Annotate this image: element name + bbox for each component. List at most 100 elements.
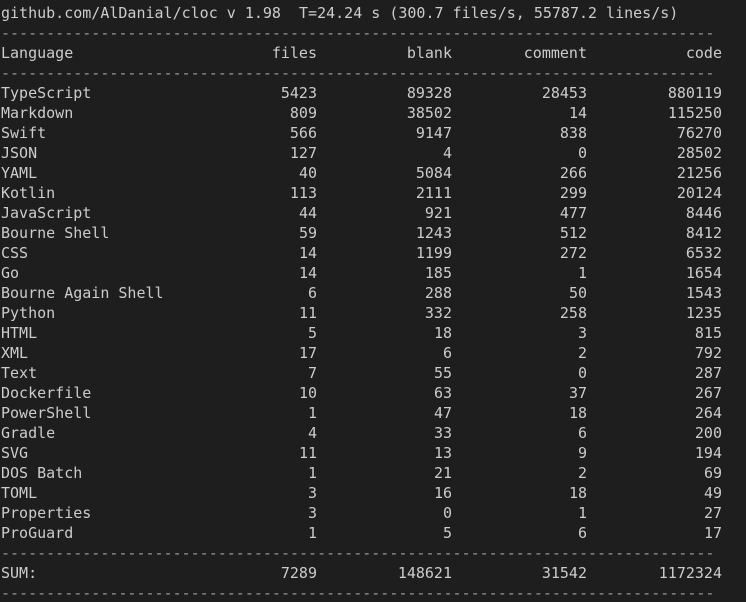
cell-blank: 921	[424, 204, 452, 222]
cell-language: CSS	[1, 244, 29, 262]
cell-code: 1235	[685, 304, 722, 322]
cloc-header: github.com/AlDanial/cloc v 1.98 T=24.24 …	[1, 4, 679, 22]
cell-code: 27	[703, 504, 722, 522]
cell-language: PowerShell	[1, 404, 92, 422]
table-row: SVG 11 13 9 194	[0, 443, 723, 463]
column-header-row: Language files blank comment code	[0, 43, 723, 63]
cell-code: 8412	[685, 224, 722, 242]
separator-header: ----------------------------------------…	[1, 64, 715, 82]
cell-code: 115250	[667, 104, 722, 122]
cell-language: Properties	[1, 504, 92, 522]
cell-files: 6	[307, 284, 317, 302]
cell-language: SVG	[1, 444, 29, 462]
cell-files: 1	[307, 524, 317, 542]
cell-language: Bourne Again Shell	[1, 284, 164, 302]
cell-code: 267	[694, 384, 722, 402]
sum-code: 1172324	[658, 564, 722, 582]
table-row: Text 7 55 0 287	[0, 363, 723, 383]
sum-row: SUM: 7289 148621 31542 1172324	[0, 563, 723, 583]
table-row: Properties 3 0 1 27	[0, 503, 723, 523]
cell-blank: 33	[433, 424, 452, 442]
table-row: Python 11 332 258 1235	[0, 303, 723, 323]
cell-comment: 14	[568, 104, 587, 122]
cell-blank: 5084	[415, 164, 452, 182]
cell-blank: 16	[433, 484, 452, 502]
cell-blank: 1199	[415, 244, 452, 262]
cell-language: Swift	[1, 124, 47, 142]
table-row: XML 17 6 2 792	[0, 343, 723, 363]
cell-comment: 0	[577, 144, 587, 162]
cell-blank: 185	[424, 264, 452, 282]
cell-files: 17	[298, 344, 317, 362]
cell-files: 59	[298, 224, 317, 242]
column-files: files	[271, 44, 317, 62]
cell-files: 127	[289, 144, 317, 162]
sum-comment: 31542	[541, 564, 587, 582]
cell-blank: 89328	[406, 84, 452, 102]
cell-files: 7	[307, 364, 317, 382]
sum-files: 7289	[280, 564, 317, 582]
cell-comment: 18	[568, 404, 587, 422]
language-table-body: TypeScript 5423 89328 28453 880119 Markdown 80…	[0, 83, 746, 543]
cell-code: 69	[703, 464, 722, 482]
cell-comment: 37	[568, 384, 587, 402]
cell-code: 21256	[676, 164, 722, 182]
separator-bottom: ----------------------------------------…	[1, 584, 715, 602]
table-row: Gradle 4 33 6 200	[0, 423, 723, 443]
table-row: DOS Batch 1 21 2 69	[0, 463, 723, 483]
cell-language: Gradle	[1, 424, 56, 442]
table-row: Bourne Again Shell 6 288 50 1543	[0, 283, 723, 303]
cell-code: 815	[694, 324, 722, 342]
cell-files: 11	[298, 444, 317, 462]
cell-blank: 288	[424, 284, 452, 302]
cell-code: 287	[694, 364, 722, 382]
cell-comment: 28453	[541, 84, 587, 102]
cell-language: ProGuard	[1, 524, 74, 542]
cell-code: 17	[703, 524, 722, 542]
cell-comment: 18	[568, 484, 587, 502]
cell-blank: 332	[424, 304, 452, 322]
cell-comment: 6	[577, 524, 587, 542]
cell-comment: 50	[568, 284, 587, 302]
cell-comment: 9	[577, 444, 587, 462]
cell-files: 809	[289, 104, 317, 122]
cell-comment: 3	[577, 324, 587, 342]
table-row: TOML 3 16 18 49	[0, 483, 723, 503]
cell-files: 14	[298, 244, 317, 262]
cell-comment: 299	[559, 184, 587, 202]
cell-code: 28502	[676, 144, 722, 162]
table-row: TypeScript 5423 89328 28453 880119	[0, 83, 723, 103]
cell-comment: 0	[577, 364, 587, 382]
cell-files: 14	[298, 264, 317, 282]
cell-blank: 13	[433, 444, 452, 462]
cell-code: 194	[694, 444, 722, 462]
cell-blank: 1243	[415, 224, 452, 242]
table-row: CSS 14 1199 272 6532	[0, 243, 723, 263]
cell-language: Text	[1, 364, 38, 382]
cell-blank: 47	[433, 404, 452, 422]
cell-code: 76270	[676, 124, 722, 142]
cell-comment: 512	[559, 224, 587, 242]
cell-language: JSON	[1, 144, 38, 162]
cell-blank: 18	[433, 324, 452, 342]
cell-language: JavaScript	[1, 204, 92, 222]
cell-comment: 266	[559, 164, 587, 182]
cell-comment: 838	[559, 124, 587, 142]
cell-code: 1543	[685, 284, 722, 302]
cell-code: 264	[694, 404, 722, 422]
cell-code: 8446	[685, 204, 722, 222]
cell-files: 3	[307, 484, 317, 502]
cell-language: Python	[1, 304, 56, 322]
cell-language: Bourne Shell	[1, 224, 110, 242]
cell-blank: 0	[442, 504, 452, 522]
separator-top: ----------------------------------------…	[1, 24, 715, 42]
cell-files: 1	[307, 464, 317, 482]
column-code: code	[685, 44, 722, 62]
cell-files: 44	[298, 204, 317, 222]
column-blank: blank	[406, 44, 452, 62]
cell-blank: 63	[433, 384, 452, 402]
table-row: YAML 40 5084 266 21256	[0, 163, 723, 183]
cell-comment: 1	[577, 264, 587, 282]
cell-comment: 2	[577, 464, 587, 482]
cell-comment: 2	[577, 344, 587, 362]
